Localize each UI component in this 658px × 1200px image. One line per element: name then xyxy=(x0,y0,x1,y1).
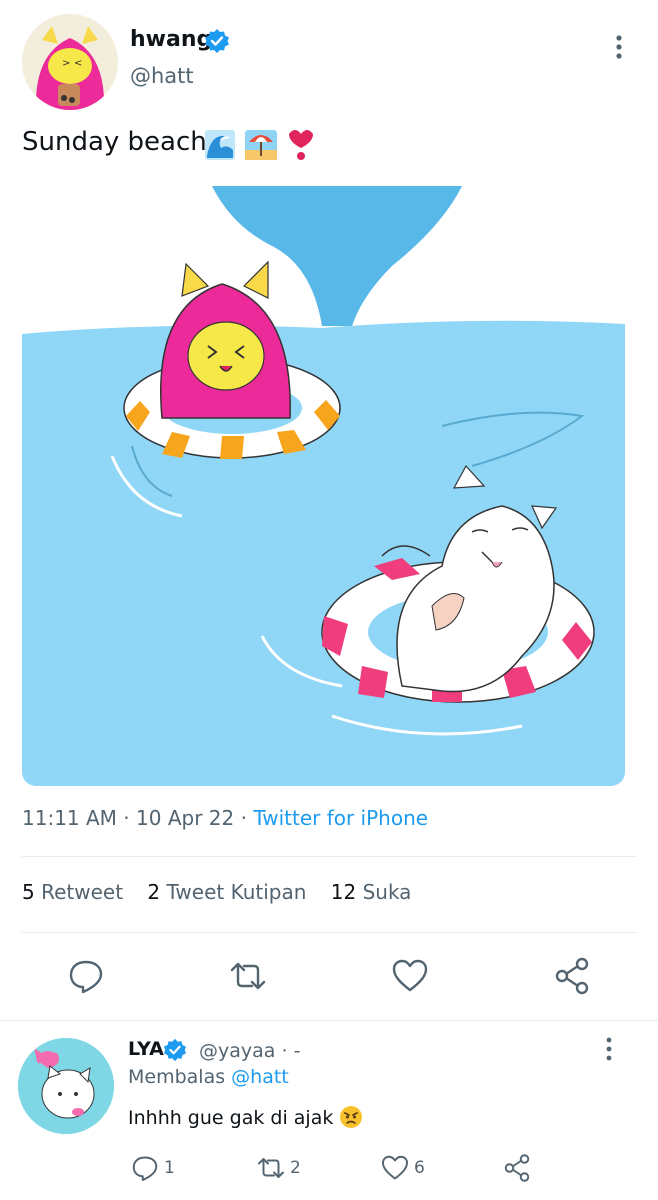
quotes-stat[interactable]: 2 Tweet Kutipan xyxy=(147,880,306,904)
divider xyxy=(22,932,636,933)
like-button[interactable] xyxy=(390,956,430,996)
more-options-icon[interactable] xyxy=(606,32,632,62)
reply-share-button[interactable] xyxy=(502,1152,532,1184)
tweet-stats: 5 Retweet 2 Tweet Kutipan 12 Suka xyxy=(22,880,411,904)
reply-more-options-icon[interactable] xyxy=(598,1035,620,1063)
meta-separator: · xyxy=(123,806,130,830)
likes-stat[interactable]: 12 Suka xyxy=(331,880,412,904)
verified-badge-icon xyxy=(204,28,230,54)
tweet-image[interactable] xyxy=(22,186,625,786)
retweets-label: Retweet xyxy=(41,880,124,904)
share-icon xyxy=(504,1154,530,1182)
reply-replies-count: 1 xyxy=(164,1158,175,1178)
reply-author-name[interactable]: LYA xyxy=(128,1038,164,1060)
replying-to: Membalas @hatt xyxy=(128,1066,289,1088)
share-button[interactable] xyxy=(552,956,592,996)
verified-badge-icon xyxy=(163,1038,187,1062)
angry-face-emoji xyxy=(340,1106,363,1128)
heart-exclamation-emoji xyxy=(289,130,313,160)
share-icon xyxy=(555,957,589,995)
quotes-label: Tweet Kutipan xyxy=(166,880,307,904)
reply-retweets-count: 2 xyxy=(290,1158,301,1178)
tweet-meta: 11:11 AM · 10 Apr 22 · Twitter for iPhon… xyxy=(22,806,428,830)
svg-text:>: > xyxy=(62,58,70,69)
beach-umbrella-emoji xyxy=(245,130,277,160)
author-avatar[interactable]: > < xyxy=(22,14,118,110)
author-handle[interactable]: @hatt xyxy=(130,64,194,88)
tweet-source-link[interactable]: Twitter for iPhone xyxy=(253,806,428,830)
meta-separator: · xyxy=(240,806,247,830)
retweet-icon xyxy=(230,962,266,990)
reply-like-button[interactable]: 6 xyxy=(380,1152,425,1184)
tweet-emojis xyxy=(203,124,323,164)
divider xyxy=(22,856,636,857)
likes-count: 12 xyxy=(330,880,357,904)
retweets-count: 5 xyxy=(22,880,35,904)
divider xyxy=(0,1020,658,1021)
reply-retweet-button[interactable]: 2 xyxy=(256,1152,301,1184)
reply-icon xyxy=(69,960,103,994)
author-name[interactable]: hwang xyxy=(130,27,212,52)
reply-author-handle[interactable]: @yayaa xyxy=(199,1040,275,1062)
tweet-text: Sunday beach xyxy=(22,127,207,157)
like-icon xyxy=(392,959,428,992)
reply-author-avatar[interactable] xyxy=(18,1038,114,1134)
like-icon xyxy=(382,1155,408,1180)
retweets-stat[interactable]: 5 Retweet xyxy=(22,880,123,904)
replying-to-handle[interactable]: @hatt xyxy=(231,1066,289,1088)
reply-likes-count: 6 xyxy=(414,1158,425,1178)
reply-button[interactable] xyxy=(66,956,106,996)
reply-author-meta: @yayaa · - xyxy=(199,1040,300,1062)
reply-icon xyxy=(132,1156,158,1181)
wave-emoji xyxy=(205,130,235,160)
reply-time: - xyxy=(293,1040,301,1062)
replying-prefix: Membalas xyxy=(128,1066,226,1088)
retweet-button[interactable] xyxy=(228,956,268,996)
reply-text-body: Inhhh gue gak di ajak xyxy=(128,1107,334,1129)
reply-reply-button[interactable]: 1 xyxy=(130,1152,175,1184)
tweet-date: 10 Apr 22 xyxy=(136,806,235,830)
svg-text:<: < xyxy=(74,58,82,69)
meta-separator: · xyxy=(281,1040,288,1062)
retweet-icon xyxy=(258,1158,284,1178)
likes-label: Suka xyxy=(362,880,412,904)
tweet-time: 11:11 AM xyxy=(22,806,117,830)
quotes-count: 2 xyxy=(147,880,161,904)
reply-text: Inhhh gue gak di ajak xyxy=(128,1105,363,1129)
